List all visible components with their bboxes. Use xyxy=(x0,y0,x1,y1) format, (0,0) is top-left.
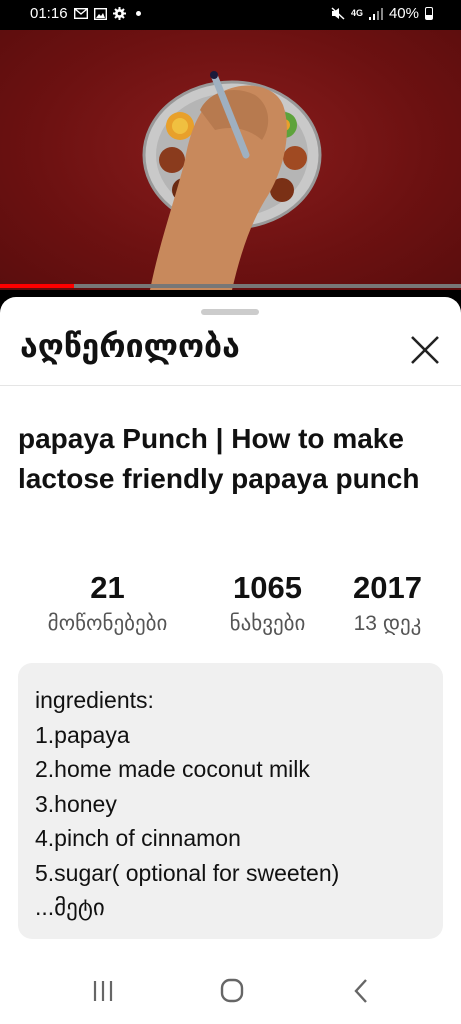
video-player[interactable] xyxy=(0,30,461,290)
back-icon xyxy=(354,979,367,1003)
mute-icon xyxy=(331,7,345,20)
drag-handle[interactable] xyxy=(201,309,259,315)
navigation-bar xyxy=(0,958,461,1024)
recent-apps-button[interactable] xyxy=(83,976,123,1006)
status-bar: 01:16 4G 40% xyxy=(0,0,461,30)
status-right: 4G 40% xyxy=(331,5,433,22)
description-line: 2.home made coconut milk xyxy=(35,756,310,782)
sheet-title: აღწერილობა xyxy=(20,328,240,364)
description-box[interactable]: ingredients: 1.papaya 2.home made coconu… xyxy=(18,663,443,939)
description-line: 1.papaya xyxy=(35,721,130,748)
description-line: 5.sugar( optional for sweeten) xyxy=(35,859,340,886)
home-icon xyxy=(220,978,244,1003)
status-left: 01:16 xyxy=(30,5,141,22)
views-label: ნახვები xyxy=(229,612,306,635)
stat-views: 1065 ნახვები xyxy=(195,569,340,636)
divider xyxy=(0,385,461,386)
battery-icon xyxy=(425,7,433,20)
views-count: 1065 xyxy=(233,570,302,605)
settings-icon xyxy=(112,7,126,20)
battery-text: 40% xyxy=(388,5,419,22)
likes-count: 21 xyxy=(90,570,125,605)
network-type: 4G xyxy=(350,8,363,18)
stat-likes: 21 მოწონებები xyxy=(20,569,195,636)
recent-apps-icon xyxy=(93,981,113,1001)
gmail-icon xyxy=(73,8,88,19)
gallery-icon xyxy=(93,7,107,20)
status-time: 01:16 xyxy=(30,5,68,22)
description-sheet: აღწერილობა papaya Punch | How to make la… xyxy=(0,297,461,1024)
likes-label: მოწონებები xyxy=(47,612,168,635)
stat-date: 2017 13 დეკ xyxy=(340,569,435,636)
back-button[interactable] xyxy=(341,976,381,1006)
description-line: 4.pinch of cinnamon xyxy=(35,825,241,851)
close-button[interactable] xyxy=(408,333,442,367)
upload-year: 2017 xyxy=(353,570,422,605)
close-icon xyxy=(411,336,439,364)
video-frame xyxy=(142,71,322,290)
description-line: ingredients: xyxy=(35,687,154,713)
progress-fill xyxy=(0,284,74,288)
signal-icon xyxy=(368,7,383,20)
show-more-link[interactable]: ...მეტი xyxy=(35,890,105,925)
home-button[interactable] xyxy=(212,976,252,1006)
description-line: 3.honey xyxy=(35,790,117,817)
upload-date: 13 დეკ xyxy=(353,612,422,635)
video-title: papaya Punch | How to make lactose frien… xyxy=(18,423,420,494)
notification-dot xyxy=(135,11,141,16)
